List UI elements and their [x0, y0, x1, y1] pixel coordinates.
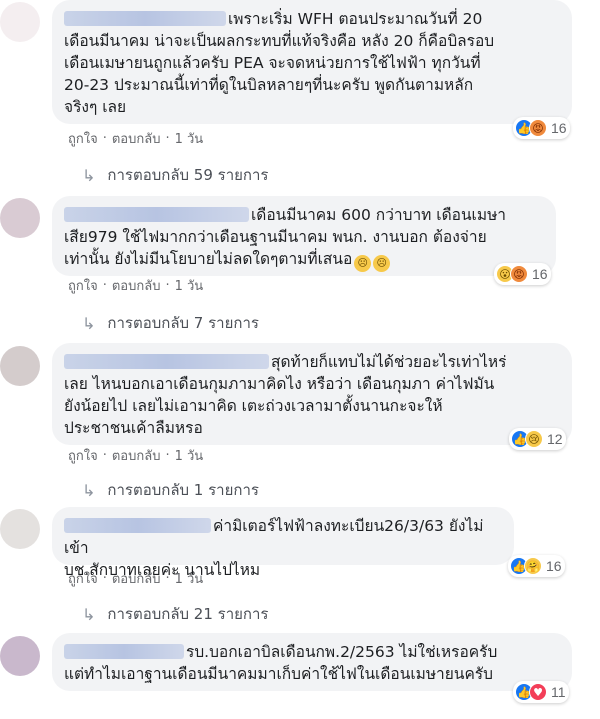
comment-actions: ถูกใจ · ตอบกลับ · 1 วัน	[68, 568, 208, 589]
angry-icon: 😡	[510, 265, 528, 283]
comment-actions: ถูกใจ · ตอบกลับ · 1 วัน	[68, 445, 208, 466]
comment-bubble: เพราะเริ่ม WFH ตอนประมาณวันที่ 20 เดือนม…	[52, 0, 572, 124]
like-button[interactable]: ถูกใจ	[68, 568, 98, 589]
author-name-blurred[interactable]	[64, 354, 269, 369]
reaction-count: 16	[546, 558, 562, 574]
view-replies[interactable]: ↳ การตอบกลับ 1 รายการ	[82, 478, 259, 502]
avatar[interactable]	[0, 198, 40, 238]
love-icon: ♥	[529, 683, 547, 701]
like-button[interactable]: ถูกใจ	[68, 275, 98, 296]
comment-bubble: เดือนมีนาคม 600 กว่าบาท เดือนเมษา เสีย97…	[52, 196, 556, 276]
reaction-count: 16	[551, 120, 567, 136]
reply-arrow-icon: ↳	[82, 165, 96, 185]
author-name-blurred[interactable]	[64, 207, 249, 222]
comment-bubble: สุดท้ายก็แทบไม่ได้ช่วยอะไรเท่าไหร่ เลย ไ…	[52, 343, 572, 445]
angry-icon: 😡	[529, 119, 547, 137]
author-name-blurred[interactable]	[64, 11, 226, 26]
avatar[interactable]	[0, 509, 40, 549]
comment-actions: ถูกใจ · ตอบกลับ · 1 วัน	[68, 128, 208, 149]
replies-count-link[interactable]: การตอบกลับ 7 รายการ	[107, 311, 259, 335]
reply-button[interactable]: ตอบกลับ	[112, 128, 161, 149]
comment-text-line: รบ.บอกเอาบิลเดือนกพ.2/2563 ไม่ใช่เหรอครั…	[186, 643, 498, 661]
timestamp[interactable]: 1 วัน	[175, 568, 204, 589]
reactions-summary[interactable]: 👍 😢 12	[509, 428, 566, 450]
reactions-summary[interactable]: 👍 ♥ 11	[513, 681, 569, 703]
avatar[interactable]	[0, 346, 40, 386]
comment-text-line: เดือนมีนาคม 600 กว่าบาท เดือนเมษา	[251, 206, 506, 224]
author-name-blurred[interactable]	[64, 518, 211, 533]
reactions-summary[interactable]: 👍 😡 16	[513, 117, 570, 139]
comment-bubble: รบ.บอกเอาบิลเดือนกพ.2/2563 ไม่ใช่เหรอครั…	[52, 633, 572, 691]
comment-text-line: เดือนเมษายนถูกแล้วครับ PEA จะจดหน่วยการใ…	[64, 54, 481, 72]
sad-emoji-icon: ☹	[354, 255, 372, 272]
comment-text-line: 20-23 ประมาณนี้เท่าที่ดูในบิลหลายๆที่นะค…	[64, 76, 474, 94]
reactions-summary[interactable]: 👍 🤗 16	[508, 555, 565, 577]
comment-text-line: เพราะเริ่ม WFH ตอนประมาณวันที่ 20	[228, 10, 483, 28]
care-icon: 🤗	[524, 557, 542, 575]
comment-text-line: ยังน้อยไป เลยไม่เอามาคิด เตะถ่วงเวลามาตั…	[64, 397, 443, 415]
sad-icon: 😢	[525, 430, 543, 448]
reaction-count: 11	[551, 684, 566, 700]
view-replies[interactable]: ↳ การตอบกลับ 59 รายการ	[82, 163, 269, 187]
comment-text-line: เท่านั้น ยังไม่มีนโยบายไม่ลดใดๆตามที่เสน…	[64, 250, 353, 268]
reaction-count: 12	[547, 431, 563, 447]
comment-text-line: สุดท้ายก็แทบไม่ได้ช่วยอะไรเท่าไหร่	[271, 353, 507, 371]
view-replies[interactable]: ↳ การตอบกลับ 21 รายการ	[82, 602, 269, 626]
avatar[interactable]	[0, 2, 40, 42]
comment-text-line: แต่ทำไมเอาฐานเดือนมีนาคมมาเก็บค่าใช้ไฟใน…	[64, 665, 493, 683]
reply-button[interactable]: ตอบกลับ	[112, 445, 161, 466]
replies-count-link[interactable]: การตอบกลับ 59 รายการ	[107, 163, 268, 187]
comment-actions: ถูกใจ · ตอบกลับ · 1 วัน	[68, 275, 208, 296]
timestamp[interactable]: 1 วัน	[175, 275, 204, 296]
comment-text-line: ประชาชนเค้าลืมหรอ	[64, 419, 203, 437]
comment-text-line: เดือนมีนาคม น่าจะเป็นผลกระทบที่แท้จริงคื…	[64, 32, 495, 50]
reply-arrow-icon: ↳	[82, 313, 96, 333]
replies-count-link[interactable]: การตอบกลับ 1 รายการ	[107, 478, 259, 502]
avatar[interactable]	[0, 636, 40, 676]
sad-emoji-icon: ☹	[373, 255, 391, 272]
reactions-summary[interactable]: 😮 😡 16	[494, 263, 551, 285]
timestamp[interactable]: 1 วัน	[175, 128, 204, 149]
comment-text-line: เสีย979 ใช้ไฟมากกว่าเดือนฐานมีนาคม พนก. …	[64, 228, 487, 246]
reply-arrow-icon: ↳	[82, 604, 96, 624]
reply-button[interactable]: ตอบกลับ	[112, 568, 161, 589]
like-button[interactable]: ถูกใจ	[68, 128, 98, 149]
like-button[interactable]: ถูกใจ	[68, 445, 98, 466]
reply-arrow-icon: ↳	[82, 480, 96, 500]
author-name-blurred[interactable]	[64, 644, 184, 659]
comment-text-line: จริงๆ เลย	[64, 98, 127, 116]
comment-bubble: ค่ามิเตอร์ไฟฟ้าลงทะเบียน26/3/63 ยังไม่เข…	[52, 507, 514, 579]
view-replies[interactable]: ↳ การตอบกลับ 7 รายการ	[82, 311, 259, 335]
reply-button[interactable]: ตอบกลับ	[112, 275, 161, 296]
replies-count-link[interactable]: การตอบกลับ 21 รายการ	[107, 602, 268, 626]
reaction-count: 16	[532, 266, 548, 282]
timestamp[interactable]: 1 วัน	[175, 445, 204, 466]
comment-text-line: เลย ไหนบอกเอาเดือนกุมภามาคิดไง หรือว่า เ…	[64, 375, 495, 393]
